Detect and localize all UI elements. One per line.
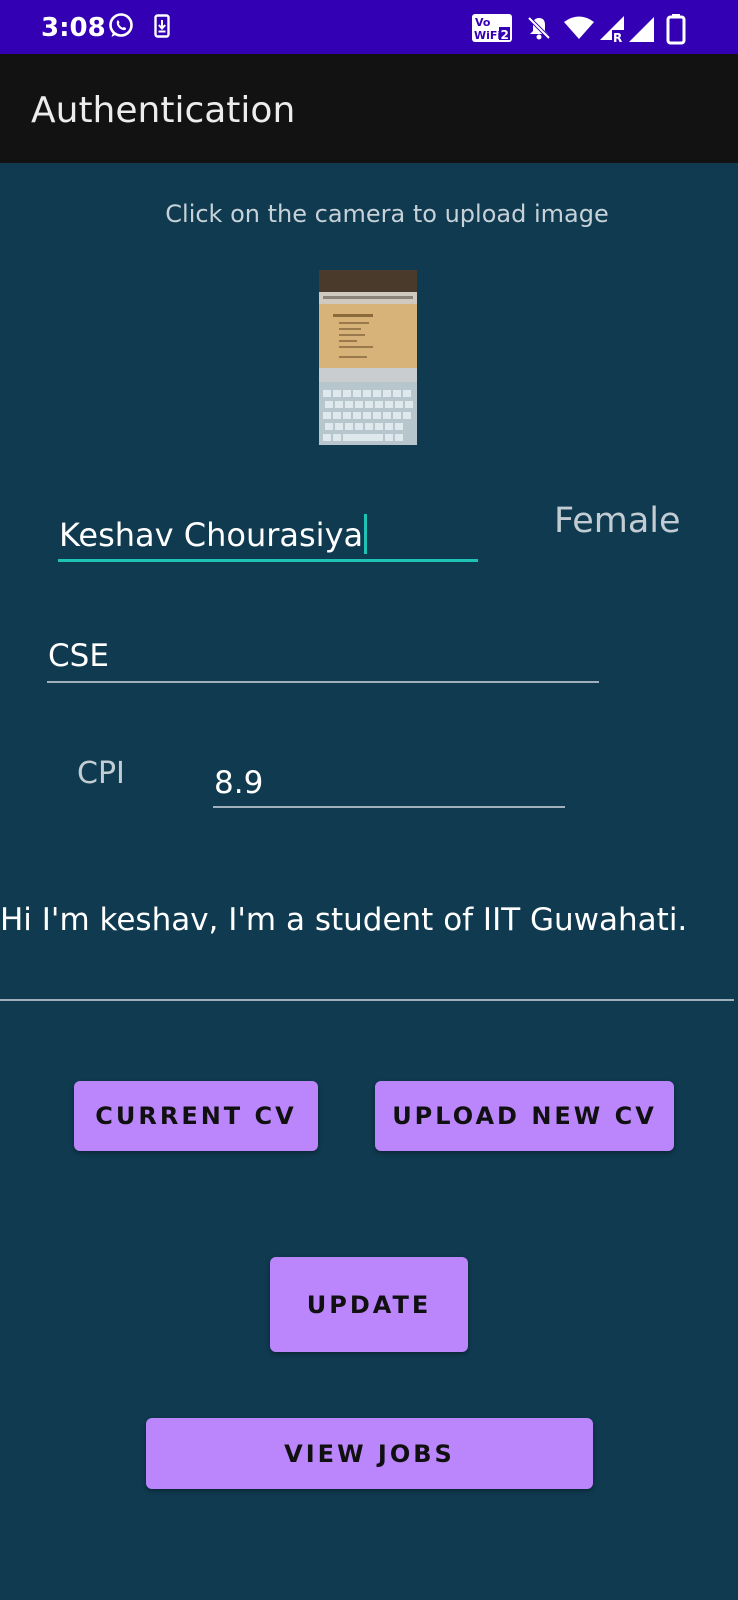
battery-icon bbox=[666, 14, 686, 45]
branch-underline bbox=[47, 681, 599, 683]
profile-photo[interactable] bbox=[319, 270, 417, 445]
name-input[interactable]: Keshav Chourasiya bbox=[59, 514, 477, 562]
status-bar: 3:08 Vo WiFi 2 R bbox=[0, 0, 738, 54]
upload-new-cv-button[interactable]: UPLOAD NEW CV bbox=[375, 1081, 674, 1151]
svg-text:WiFi: WiFi bbox=[474, 29, 501, 42]
status-time: 3:08 bbox=[41, 13, 106, 43]
page-title: Authentication bbox=[31, 90, 296, 131]
cpi-underline bbox=[213, 806, 565, 808]
wifi-icon bbox=[564, 16, 594, 39]
cpi-input[interactable]: 8.9 bbox=[214, 765, 564, 807]
text-cursor bbox=[364, 514, 368, 554]
svg-text:R: R bbox=[613, 31, 622, 44]
signal-roaming-icon: R bbox=[600, 16, 624, 44]
name-value: Keshav Chourasiya bbox=[59, 516, 364, 554]
app-bar: Authentication bbox=[0, 54, 738, 163]
svg-text:Vo: Vo bbox=[475, 16, 491, 29]
branch-input[interactable]: CSE bbox=[48, 638, 598, 682]
upload-image-hint: Click on the camera to upload image bbox=[165, 200, 609, 228]
name-underline bbox=[58, 559, 478, 562]
notifications-off-icon bbox=[527, 16, 551, 40]
bio-underline bbox=[0, 999, 734, 1001]
svg-text:2: 2 bbox=[501, 28, 509, 42]
view-jobs-button[interactable]: VIEW JOBS bbox=[146, 1418, 593, 1489]
gender-select[interactable]: Female bbox=[554, 501, 681, 541]
whatsapp-icon bbox=[109, 13, 133, 37]
cpi-label: CPI bbox=[77, 756, 125, 791]
update-button[interactable]: UPDATE bbox=[270, 1257, 468, 1352]
download-icon bbox=[154, 14, 170, 38]
vowifi2-icon: Vo WiFi 2 bbox=[472, 14, 512, 42]
bio-input[interactable]: Hi I'm keshav, I'm a student of IIT Guwa… bbox=[0, 902, 734, 992]
signal-icon bbox=[629, 17, 654, 42]
current-cv-button[interactable]: CURRENT CV bbox=[74, 1081, 318, 1151]
